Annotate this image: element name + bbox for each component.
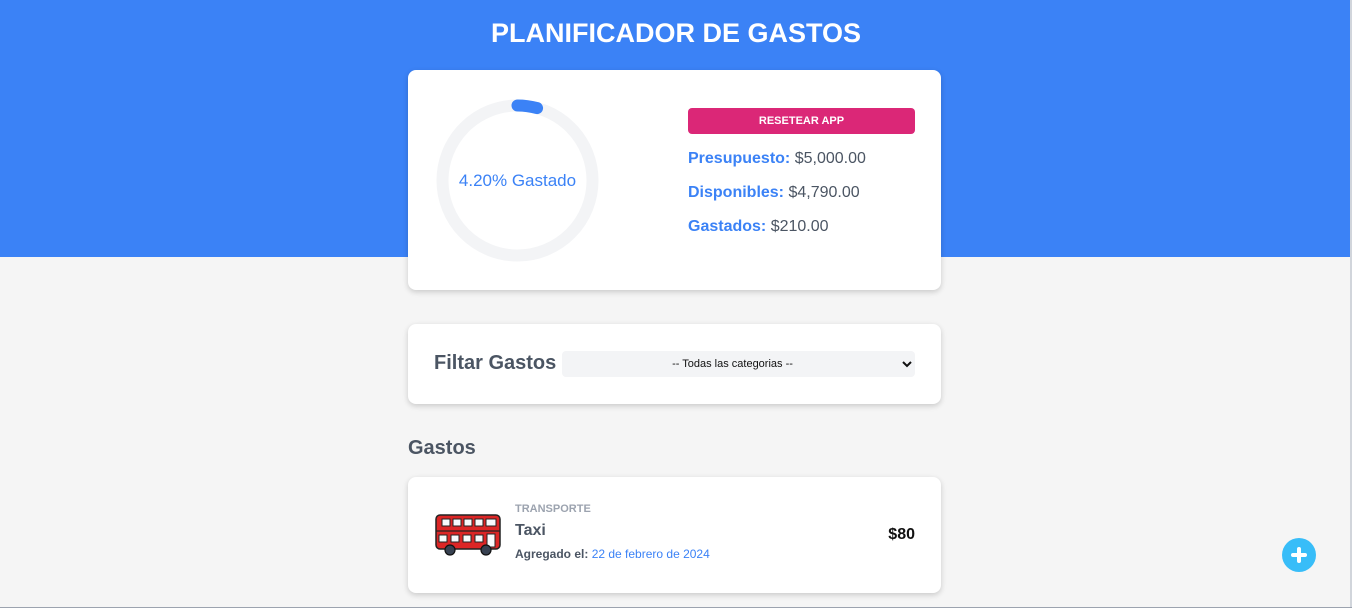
filter-label: Filtar Gastos — [434, 352, 557, 374]
stat-disponibles-value: $4,790.00 — [788, 184, 860, 201]
stat-presupuesto-label: Presupuesto: — [688, 150, 791, 167]
category-filter-select[interactable]: -- Todas las categorias -- — [562, 351, 915, 377]
stat-presupuesto: Presupuesto: $5,000.00 — [688, 150, 866, 168]
stat-presupuesto-value: $5,000.00 — [794, 150, 866, 167]
expense-date-label: Agregado el: — [515, 547, 589, 561]
expenses-section-title: Gastos — [408, 437, 476, 459]
expense-item[interactable]: TRANSPORTE Taxi Agregado el: 22 de febre… — [408, 477, 941, 593]
stat-gastados: Gastados: $210.00 — [688, 218, 829, 236]
expense-date: Agregado el: 22 de febrero de 2024 — [515, 547, 710, 561]
plus-icon — [1291, 547, 1307, 563]
progress-text: 4.20% Gastado — [458, 170, 577, 190]
expense-name: Taxi — [515, 522, 546, 539]
expense-date-value: 22 de febrero de 2024 — [591, 547, 710, 561]
stat-gastados-value: $210.00 — [770, 218, 829, 235]
app-title: PLANIFICADOR DE GASTOS — [490, 18, 862, 48]
stat-gastados-label: Gastados: — [688, 218, 767, 235]
expense-category: TRANSPORTE — [515, 503, 591, 515]
budget-progress-circle: 4.20% Gastado — [434, 97, 601, 264]
filter-card: Filtar Gastos -- Todas las categorias -- — [408, 324, 941, 404]
stat-disponibles: Disponibles: $4,790.00 — [688, 184, 860, 202]
budget-card: 4.20% Gastado Resetear App Presupuesto: … — [408, 70, 941, 290]
reset-app-button[interactable]: Resetear App — [688, 108, 915, 134]
bus-icon — [434, 513, 504, 562]
expense-amount: $80 — [888, 526, 915, 543]
stat-disponibles-label: Disponibles: — [688, 184, 785, 201]
add-expense-button[interactable] — [1282, 538, 1316, 572]
